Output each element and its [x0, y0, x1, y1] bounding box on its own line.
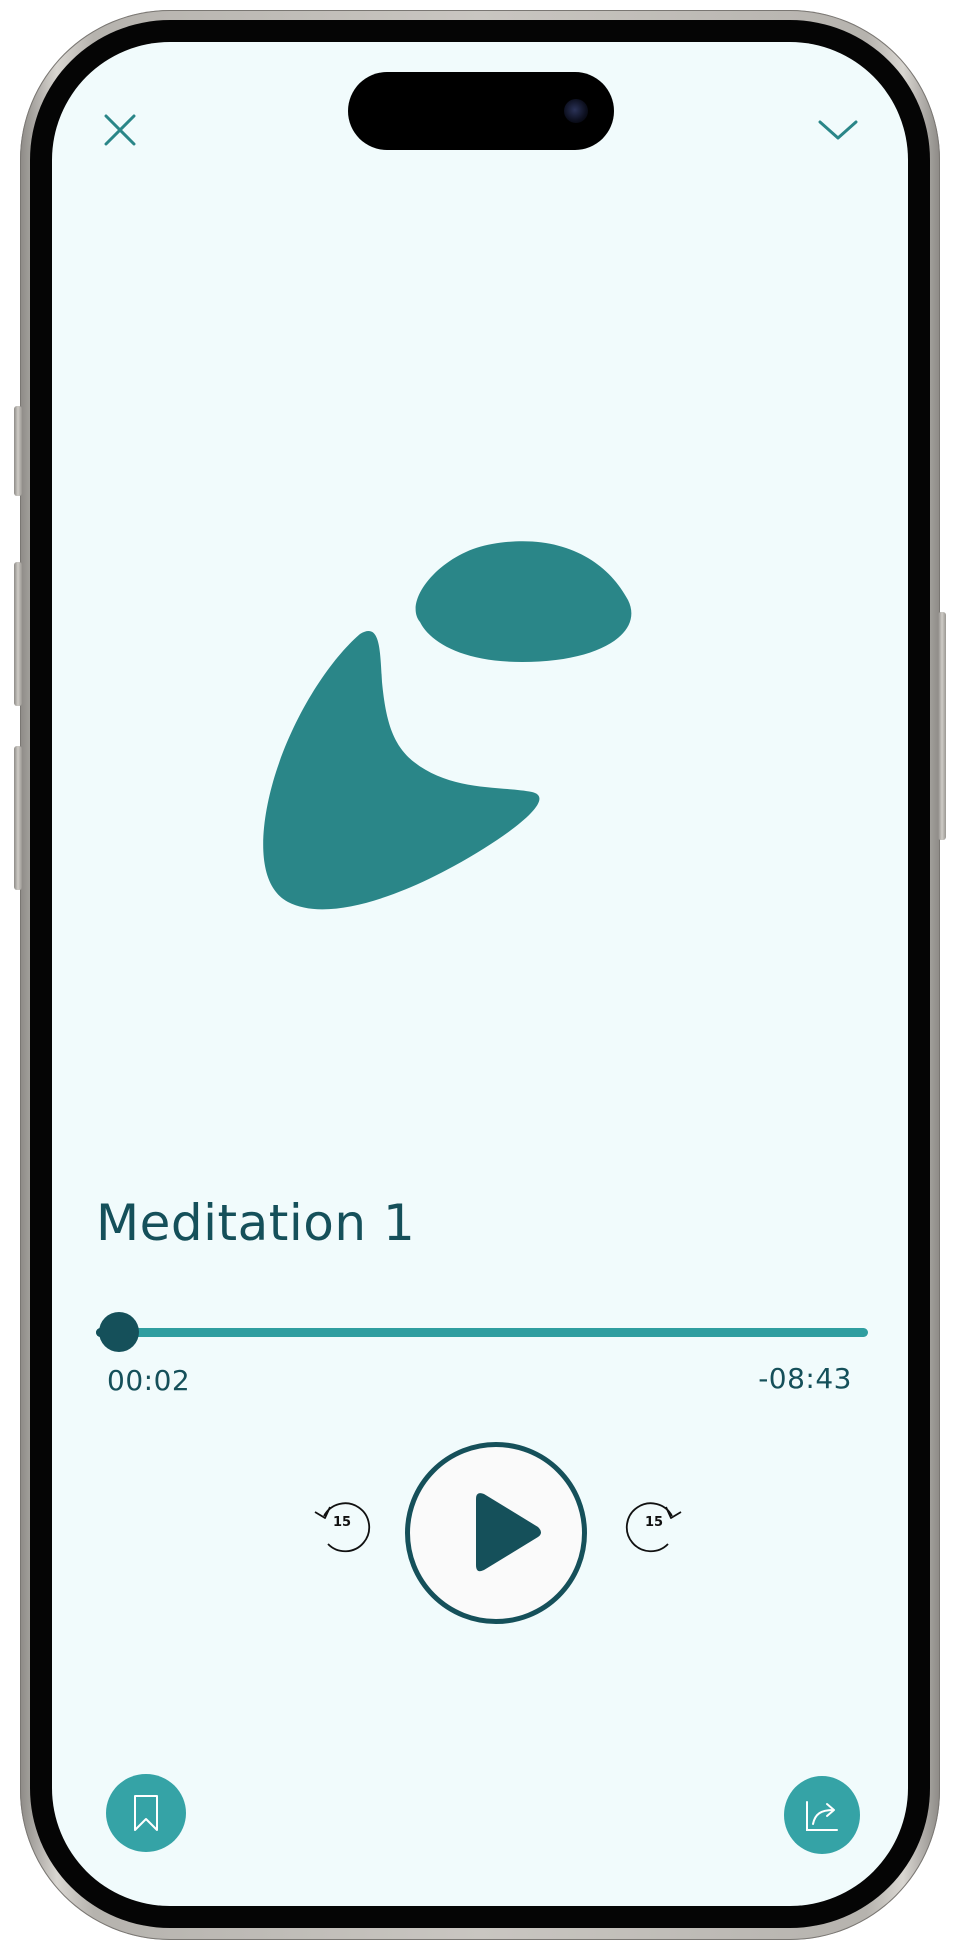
front-camera: [564, 99, 588, 123]
chevron-down-icon: [818, 120, 858, 140]
bookmark-icon: [134, 1795, 158, 1831]
progress-slider[interactable]: [96, 1312, 868, 1352]
close-button[interactable]: [92, 102, 148, 158]
play-button[interactable]: [405, 1442, 587, 1624]
skip-forward-button[interactable]: 15: [622, 1494, 686, 1558]
dynamic-island: [348, 72, 614, 150]
artwork-lower-shape: [263, 631, 540, 910]
share-icon: [806, 1801, 838, 1831]
remaining-time: -08:43: [758, 1362, 852, 1395]
volume-down-button: [14, 746, 22, 890]
play-icon: [476, 1493, 541, 1572]
power-button: [938, 612, 946, 840]
track-title: Meditation 1: [96, 1194, 416, 1252]
progress-track[interactable]: [96, 1328, 868, 1337]
collapse-button[interactable]: [810, 102, 866, 158]
skip-forward-label: 15: [644, 1515, 664, 1530]
artwork-upper-shape: [415, 541, 632, 662]
progress-thumb[interactable]: [99, 1312, 139, 1352]
skip-back-label: 15: [332, 1515, 352, 1530]
bookmark-button[interactable]: [106, 1774, 186, 1852]
meditation-artwork: [263, 541, 632, 910]
player-screen: Meditation 1 00:02 -08:43 15 15: [52, 42, 908, 1906]
skip-back-button[interactable]: 15: [310, 1494, 374, 1558]
action-button: [14, 406, 22, 496]
share-button[interactable]: [784, 1776, 860, 1854]
volume-up-button: [14, 562, 22, 706]
elapsed-time: 00:02: [107, 1364, 191, 1397]
close-icon: [104, 114, 136, 146]
